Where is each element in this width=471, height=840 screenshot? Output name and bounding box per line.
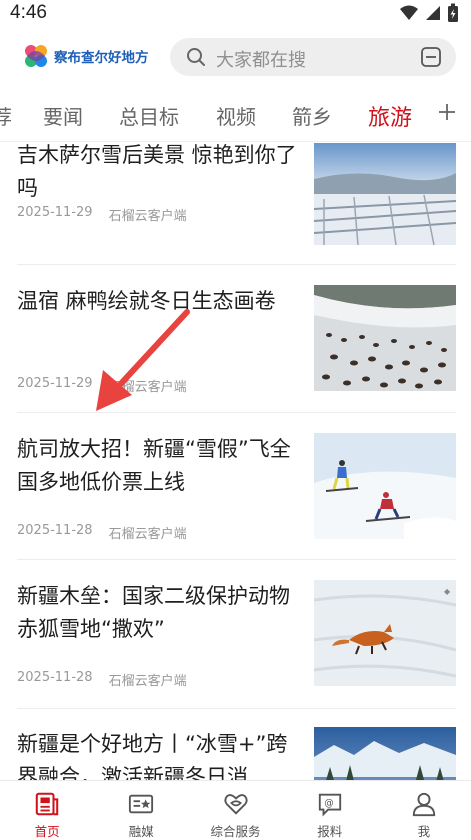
signal-icon (426, 6, 440, 20)
news-source: 石榴云客户端 (108, 674, 187, 689)
news-meta: 2025-11-29 石榴云客户端 (17, 205, 187, 224)
news-meta: 2025-11-28 石榴云客户端 (17, 670, 187, 689)
news-thumbnail (314, 143, 456, 245)
svg-text:◆: ◆ (444, 587, 451, 596)
battery-icon (448, 3, 458, 22)
news-date: 2025-11-29 (17, 205, 93, 220)
news-date: 2025-11-29 (17, 376, 93, 391)
nav-label: 综合服务 (210, 824, 261, 839)
wifi-icon (400, 5, 418, 20)
news-title: 新疆木垒：国家二级保护动物赤狐雪地“撒欢” (17, 584, 290, 641)
tab-fade (419, 90, 439, 141)
status-time: 4:46 (10, 2, 47, 23)
svg-text:@: @ (324, 798, 333, 809)
nav-label: 报料 (317, 824, 343, 839)
tab-travel[interactable]: 旅游 (368, 100, 412, 132)
news-source: 石榴云客户端 (108, 380, 187, 395)
news-feed[interactable]: 吉木萨尔雪后美景 惊艳到你了吗 2025-11-29 石榴云客户端 温宿 麻鸭绘… (0, 143, 471, 780)
news-item[interactable]: 吉木萨尔雪后美景 惊艳到你了吗 2025-11-29 石榴云客户端 (0, 143, 471, 269)
add-channel-icon[interactable] (437, 102, 457, 122)
tab-arrow-town[interactable]: 箭乡 (292, 101, 332, 130)
search-icon (187, 48, 205, 66)
news-item[interactable]: 航司放大招！新疆“雪假”飞全国多地低价票上线 2025-11-28 石榴云客户端 (0, 413, 471, 561)
heart-service-icon (223, 794, 248, 815)
news-item[interactable]: 新疆是个好地方丨“冰雪+”跨界融合，激活新疆冬日消 (0, 709, 471, 780)
news-meta: 2025-11-28 石榴云客户端 (17, 523, 187, 542)
news-thumbnail (314, 433, 456, 539)
search-placeholder: 大家都在搜 (216, 50, 306, 71)
news-meta: 2025-11-29 石榴云客户端 (17, 376, 187, 395)
app-logo[interactable]: 察布查尔好地方 (22, 42, 149, 70)
tab-video[interactable]: 视频 (216, 101, 256, 130)
news-title: 航司放大招！新疆“雪假”飞全国多地低价票上线 (17, 437, 291, 494)
channel-tabs: 荐 要闻 总目标 视频 箭乡 旅游 (0, 90, 471, 142)
nav-home[interactable]: 首页 (0, 781, 94, 840)
nav-services[interactable]: 综合服务 (188, 781, 282, 840)
status-icons (399, 3, 459, 23)
news-thumbnail: ◆ (314, 580, 456, 686)
news-date: 2025-11-28 (17, 523, 93, 538)
nav-label: 融媒 (128, 824, 154, 839)
tab-news[interactable]: 要闻 (43, 101, 83, 130)
news-title: 吉木萨尔雪后美景 惊艳到你了吗 (17, 143, 297, 200)
bottom-nav: 首页 融媒 综合服务 @ 报料 我 (0, 780, 471, 840)
news-source: 石榴云客户端 (108, 209, 187, 224)
search-bar[interactable]: 大家都在搜 (170, 38, 456, 76)
news-thumbnail (314, 285, 456, 391)
nav-label: 我 (417, 824, 431, 839)
logo-text: 察布查尔好地方 (54, 50, 149, 66)
news-icon (35, 792, 59, 816)
news-thumbnail (314, 727, 456, 780)
tab-recommend[interactable]: 荐 (0, 101, 12, 130)
user-icon (412, 792, 436, 817)
tab-overall-goal[interactable]: 总目标 (119, 101, 179, 130)
news-title: 温宿 麻鸭绘就冬日生态画卷 (17, 289, 276, 313)
news-title: 新疆是个好地方丨“冰雪+”跨界融合，激活新疆冬日消 (17, 732, 288, 780)
nav-media[interactable]: 融媒 (94, 781, 188, 840)
media-card-icon (129, 794, 154, 814)
news-item[interactable]: 新疆木垒：国家二级保护动物赤狐雪地“撒欢” 2025-11-28 石榴云客户端 … (0, 560, 471, 708)
status-bar: 4:46 (0, 0, 471, 28)
news-date: 2025-11-28 (17, 670, 93, 685)
scan-icon[interactable] (420, 46, 442, 68)
app-header: 察布查尔好地方 大家都在搜 (0, 28, 471, 90)
news-source: 石榴云客户端 (108, 527, 187, 542)
nav-me[interactable]: 我 (377, 781, 471, 840)
logo-mark-icon (25, 45, 47, 67)
news-item[interactable]: 温宿 麻鸭绘就冬日生态画卷 2025-11-29 石榴云客户端 (0, 265, 471, 413)
nav-label: 首页 (34, 824, 60, 839)
report-chat-icon: @ (318, 793, 341, 817)
nav-report[interactable]: @ 报料 (283, 781, 377, 840)
